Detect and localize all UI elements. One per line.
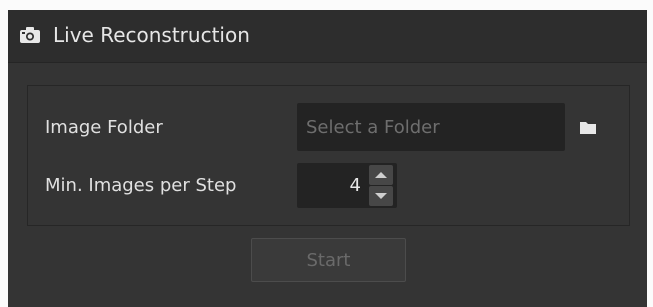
- start-button[interactable]: Start: [251, 238, 406, 282]
- increment-button[interactable]: [369, 165, 393, 185]
- chevron-down-icon: [375, 193, 387, 199]
- folder-icon[interactable]: [579, 119, 597, 135]
- min-images-label: Min. Images per Step: [45, 175, 237, 196]
- panel-titlebar[interactable]: Live Reconstruction: [8, 10, 647, 63]
- min-images-value[interactable]: 4: [297, 163, 361, 208]
- chevron-up-icon: [375, 172, 387, 178]
- min-images-stepper[interactable]: 4: [297, 163, 397, 208]
- camera-icon: [20, 27, 40, 43]
- live-reconstruction-panel: Live Reconstruction Image Folder Min. Im…: [8, 10, 647, 307]
- image-folder-label: Image Folder: [45, 117, 163, 138]
- decrement-button[interactable]: [369, 186, 393, 206]
- image-folder-input[interactable]: [297, 103, 565, 151]
- panel-title: Live Reconstruction: [53, 23, 250, 47]
- settings-group: Image Folder Min. Images per Step 4: [27, 85, 630, 226]
